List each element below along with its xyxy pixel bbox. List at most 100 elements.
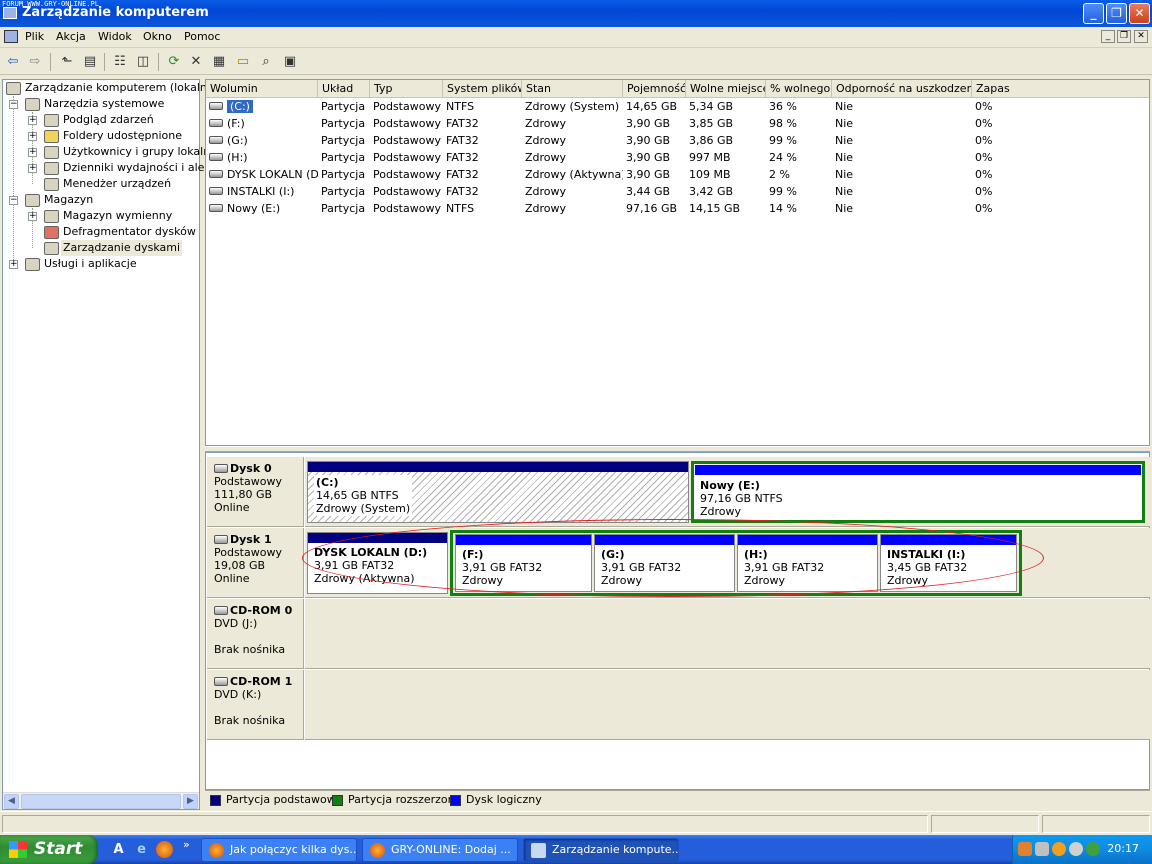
- cdrom-0-label[interactable]: CD-ROM 0 DVD (J:) Brak nośnika: [207, 599, 304, 669]
- col-header-type[interactable]: Typ: [370, 80, 443, 98]
- tray-network-icon[interactable]: [1035, 842, 1049, 856]
- start-button[interactable]: Start: [0, 835, 98, 864]
- col-header-capacity[interactable]: Pojemność: [623, 80, 686, 98]
- firefox-icon[interactable]: [156, 841, 173, 858]
- col-header-layout[interactable]: Układ: [318, 80, 370, 98]
- volume-row[interactable]: DYSK LOKALN (D:) Partycja Podstawowy FAT32 Z…: [206, 166, 1149, 183]
- task-button-firefox-1[interactable]: Jak połączyc kilka dys...: [201, 838, 357, 862]
- partition-i[interactable]: INSTALKI (I:) 3,45 GB FAT32 Zdrowy: [880, 534, 1017, 592]
- tree-item-root[interactable]: Zarządzanie komputerem (lokalne): [25, 80, 218, 96]
- scroll-left-button[interactable]: ◀: [4, 794, 19, 809]
- tree-item-users-groups[interactable]: Użytkownicy i grupy lokalne: [63, 144, 217, 160]
- quicklaunch-more-icon[interactable]: »: [183, 838, 190, 851]
- tree-item-shared-folders[interactable]: Foldery udostępnione: [63, 128, 182, 144]
- up-folder-icon[interactable]: ⬑: [58, 53, 76, 70]
- volume-row[interactable]: (G:) Partycja Podstawowy FAT32 Zdrowy 3,90 GB…: [206, 132, 1149, 149]
- cdrom-1-area: [305, 670, 1150, 740]
- scroll-thumb[interactable]: [21, 794, 181, 809]
- expand-toggle[interactable]: +: [9, 260, 18, 269]
- col-header-volume[interactable]: Wolumin: [206, 80, 318, 98]
- partition-f[interactable]: (F:) 3,91 GB FAT32 Zdrowy: [455, 534, 592, 592]
- tree-item-event-viewer[interactable]: Podgląd zdarzeń: [63, 112, 154, 128]
- tray-speaker-icon[interactable]: [1069, 842, 1083, 856]
- back-arrow-icon[interactable]: ⇦: [4, 53, 22, 70]
- task-button-computer-management[interactable]: Zarządzanie kompute...: [523, 838, 679, 862]
- col-header-free-space[interactable]: Wolne miejsce: [686, 80, 766, 98]
- internet-explorer-icon[interactable]: e: [133, 841, 150, 858]
- forward-arrow-icon[interactable]: ⇨: [26, 53, 44, 70]
- partition-c[interactable]: (C:) 14,65 GB NTFS Zdrowy (System): [307, 461, 689, 523]
- open-folder-icon[interactable]: ▭: [234, 53, 252, 70]
- hard-disk-icon: [214, 464, 228, 473]
- maximize-button[interactable]: ❐: [1106, 3, 1127, 24]
- menu-action[interactable]: Akcja: [56, 30, 86, 43]
- help-pane-icon[interactable]: ◫: [134, 53, 152, 70]
- collapse-toggle[interactable]: −: [9, 100, 18, 109]
- menu-file[interactable]: Plik: [25, 30, 44, 43]
- disk-0-label[interactable]: Dysk 0 Podstawowy 111,80 GB Online: [207, 457, 304, 527]
- volume-row[interactable]: INSTALKI (I:) Partycja Podstawowy FAT32 Zdro…: [206, 183, 1149, 200]
- expand-toggle[interactable]: +: [28, 212, 37, 221]
- disk-1-label[interactable]: Dysk 1 Podstawowy 19,08 GB Online: [207, 528, 304, 598]
- partition-g[interactable]: (G:) 3,91 GB FAT32 Zdrowy: [594, 534, 735, 592]
- window-titlebar[interactable]: FORUM WWW.GRY-ONLINE.PL Zarządzanie komp…: [0, 0, 1152, 27]
- tree-item-defragmenter[interactable]: Defragmentator dysków: [63, 224, 196, 240]
- col-header-fault-tolerance[interactable]: Odporność na uszkodzenia: [832, 80, 972, 98]
- volume-row[interactable]: (F:) Partycja Podstawowy FAT32 Zdrowy 3,90 GB…: [206, 115, 1149, 132]
- task-button-firefox-2[interactable]: GRY-ONLINE: Dodaj ...: [362, 838, 518, 862]
- tree-item-perf-logs[interactable]: Dzienniki wydajności i alerty: [63, 160, 220, 176]
- properties-icon[interactable]: ☷: [111, 53, 129, 70]
- expand-toggle[interactable]: +: [28, 132, 37, 141]
- delete-icon[interactable]: ✕: [187, 53, 205, 70]
- partition-d[interactable]: DYSK LOKALN (D:) 3,91 GB FAT32 Zdrowy (A…: [307, 532, 448, 594]
- disk-properties-icon[interactable]: ▦: [210, 53, 228, 70]
- mdi-close-button[interactable]: ✕: [1134, 30, 1148, 43]
- cell-status: Zdrowy (Aktywna): [525, 168, 623, 181]
- volume-row[interactable]: Nowy (E:) Partycja Podstawowy NTFS Zdrowy 97,…: [206, 200, 1149, 217]
- show-hide-tree-icon[interactable]: ▤: [81, 53, 99, 70]
- partition-e[interactable]: Nowy (E:) 97,16 GB NTFS Zdrowy: [691, 461, 1145, 523]
- tree-item-removable-storage[interactable]: Magazyn wymienny: [63, 208, 172, 224]
- mdi-restore-button[interactable]: ❐: [1117, 30, 1131, 43]
- expand-toggle[interactable]: +: [28, 116, 37, 125]
- tree-item-storage[interactable]: Magazyn: [44, 192, 93, 208]
- font-app-icon[interactable]: A: [110, 841, 127, 858]
- menu-help[interactable]: Pomoc: [184, 30, 220, 43]
- close-button[interactable]: ✕: [1129, 3, 1150, 24]
- col-header-percent-free[interactable]: % wolnego: [766, 80, 832, 98]
- partition-f-status: Zdrowy: [462, 574, 504, 587]
- partition-e-status: Zdrowy: [700, 505, 742, 518]
- expand-toggle[interactable]: +: [28, 164, 37, 173]
- menu-view[interactable]: Widok: [98, 30, 132, 43]
- expand-toggle[interactable]: +: [28, 148, 37, 157]
- partition-e-name: Nowy (E:): [700, 479, 760, 492]
- search-icon[interactable]: ⌕: [257, 53, 275, 70]
- volume-row[interactable]: (H:) Partycja Podstawowy FAT32 Zdrowy 3,90 GB…: [206, 149, 1149, 166]
- tree-item-disk-management[interactable]: Zarządzanie dyskami: [61, 240, 183, 256]
- app-menu-icon[interactable]: [4, 30, 18, 43]
- partition-h[interactable]: (H:) 3,91 GB FAT32 Zdrowy: [737, 534, 878, 592]
- tray-update-icon[interactable]: [1086, 842, 1100, 856]
- menu-window[interactable]: Okno: [143, 30, 172, 43]
- col-header-overhead[interactable]: Zapas: [972, 80, 1149, 98]
- cell-free-space: 997 MB: [689, 151, 731, 164]
- tree-item-services-apps[interactable]: Usługi i aplikacje: [44, 256, 137, 272]
- refresh-icon[interactable]: ⟳: [165, 53, 183, 70]
- col-header-filesystem[interactable]: System plików: [443, 80, 522, 98]
- tray-app-icon[interactable]: [1018, 842, 1032, 856]
- toolbar: ⇦ ⇨ ⬑ ▤ ☷ ◫ ⟳ ✕ ▦ ▭ ⌕ ▣: [0, 49, 1152, 75]
- tree-item-device-manager[interactable]: Menedżer urządzeń: [63, 176, 171, 192]
- cdrom-0-drive: DVD (J:): [214, 617, 258, 630]
- tree-item-system-tools[interactable]: Narzędzia systemowe: [44, 96, 164, 112]
- scroll-right-button[interactable]: ▶: [183, 794, 198, 809]
- mdi-minimize-button[interactable]: _: [1101, 30, 1115, 43]
- disk-help-icon[interactable]: ▣: [281, 53, 299, 70]
- tray-app-icon[interactable]: [1052, 842, 1066, 856]
- cdrom-1-label[interactable]: CD-ROM 1 DVD (K:) Brak nośnika: [207, 670, 304, 740]
- collapse-toggle[interactable]: −: [9, 196, 18, 205]
- minimize-button[interactable]: _: [1083, 3, 1104, 24]
- tree-horizontal-scrollbar[interactable]: ◀ ▶: [3, 792, 199, 809]
- volume-row[interactable]: (C:) Partycja Podstawowy NTFS Zdrowy (System…: [206, 98, 1149, 115]
- col-header-status[interactable]: Stan: [522, 80, 623, 98]
- legend-swatch-primary: [210, 795, 221, 806]
